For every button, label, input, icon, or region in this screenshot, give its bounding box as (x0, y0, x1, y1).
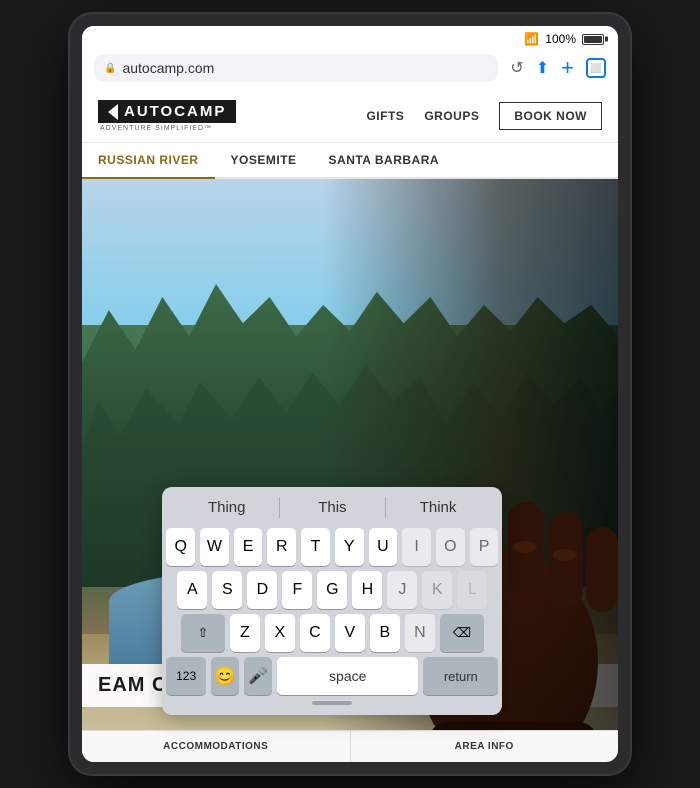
book-now-button[interactable]: BOOK NOW (499, 102, 602, 130)
keyboard-row-1: Q W E R T Y U I O P (166, 528, 498, 566)
tab-yosemite[interactable]: YOSEMITE (215, 143, 313, 177)
logo-tagline: ADVENTURE SIMPLIFIED™ (98, 125, 236, 132)
shift-key[interactable]: ⇧ (181, 614, 225, 652)
bottom-nav: ACCOMMODATIONS AREA INFO (82, 730, 618, 762)
hero-area: Thing This Think Q W E R T Y U I O P (82, 179, 618, 762)
url-text: autocamp.com (122, 60, 214, 76)
key-b[interactable]: B (370, 614, 400, 652)
keyboard[interactable]: Thing This Think Q W E R T Y U I O P (162, 487, 502, 715)
key-a[interactable]: A (177, 571, 207, 609)
key-t[interactable]: T (301, 528, 330, 566)
keyboard-row-2: A S D F G H J K L (166, 571, 498, 609)
key-i[interactable]: I (402, 528, 431, 566)
logo-arrow-icon (108, 104, 118, 120)
share-button[interactable]: ⬆ (536, 58, 549, 78)
key-s[interactable]: S (212, 571, 242, 609)
keyboard-row-4: 123 😊 🎤 space return (166, 657, 498, 695)
key-h[interactable]: H (352, 571, 382, 609)
key-p[interactable]: P (470, 528, 499, 566)
wifi-icon: 📶 (524, 32, 539, 46)
key-l[interactable]: L (457, 571, 487, 609)
key-w[interactable]: W (200, 528, 229, 566)
status-bar: 📶 100% (82, 26, 618, 50)
key-o[interactable]: O (436, 528, 465, 566)
key-x[interactable]: X (265, 614, 295, 652)
key-j[interactable]: J (387, 571, 417, 609)
key-r[interactable]: R (267, 528, 296, 566)
key-y[interactable]: Y (335, 528, 364, 566)
key-z[interactable]: Z (230, 614, 260, 652)
lock-icon: 🔒 (104, 63, 116, 74)
autocomplete-think[interactable]: Think (386, 497, 491, 518)
battery-percent: 100% (545, 32, 576, 46)
key-u[interactable]: U (369, 528, 398, 566)
key-g[interactable]: G (317, 571, 347, 609)
key-n[interactable]: N (405, 614, 435, 652)
key-e[interactable]: E (234, 528, 263, 566)
site-nav: AUTOCAMP ADVENTURE SIMPLIFIED™ GIFTS GRO… (82, 90, 618, 143)
tab-area-info[interactable]: AREA INFO (351, 731, 619, 762)
nav-links: GIFTS GROUPS BOOK NOW (366, 102, 602, 130)
numbers-key[interactable]: 123 (166, 657, 205, 695)
url-bar: 🔒 autocamp.com ↺ ⬆ + ⬜ (82, 50, 618, 90)
tab-santa-barbara[interactable]: SANTA BARBARA (313, 143, 456, 177)
autocomplete-thing[interactable]: Thing (174, 497, 279, 518)
mic-key[interactable]: 🎤 (244, 657, 272, 695)
key-f[interactable]: F (282, 571, 312, 609)
ipad-screen: 📶 100% 🔒 autocamp.com ↺ ⬆ + ⬜ (82, 26, 618, 762)
tab-russian-river[interactable]: RUSSIAN RIVER (82, 143, 215, 179)
emoji-key[interactable]: 😊 (211, 657, 239, 695)
nav-link-groups[interactable]: GROUPS (424, 109, 479, 123)
nav-link-gifts[interactable]: GIFTS (366, 109, 404, 123)
keyboard-row-3: ⇧ Z X C V B N ⌫ (166, 614, 498, 652)
tab-accommodations[interactable]: ACCOMMODATIONS (82, 731, 351, 762)
key-v[interactable]: V (335, 614, 365, 652)
keyboard-handle (312, 701, 352, 705)
space-key[interactable]: space (277, 657, 418, 695)
logo-area: AUTOCAMP ADVENTURE SIMPLIFIED™ (98, 100, 236, 132)
logo-text: AUTOCAMP (124, 103, 226, 120)
return-key[interactable]: return (423, 657, 498, 695)
add-tab-button[interactable]: + (561, 55, 574, 81)
url-field[interactable]: 🔒 autocamp.com (94, 54, 498, 82)
key-c[interactable]: C (300, 614, 330, 652)
reload-button[interactable]: ↺ (510, 58, 523, 78)
tab-switcher-button[interactable]: ⬜ (586, 58, 606, 78)
logo-badge: AUTOCAMP (98, 100, 236, 123)
location-tabs: RUSSIAN RIVER YOSEMITE SANTA BARBARA (82, 143, 618, 179)
autocomplete-this[interactable]: This (279, 497, 386, 518)
key-k[interactable]: K (422, 571, 452, 609)
delete-key[interactable]: ⌫ (440, 614, 484, 652)
ipad-device: 📶 100% 🔒 autocamp.com ↺ ⬆ + ⬜ (70, 14, 630, 774)
key-q[interactable]: Q (166, 528, 195, 566)
battery-icon (582, 34, 604, 45)
key-d[interactable]: D (247, 571, 277, 609)
autocomplete-bar: Thing This Think (166, 493, 498, 524)
